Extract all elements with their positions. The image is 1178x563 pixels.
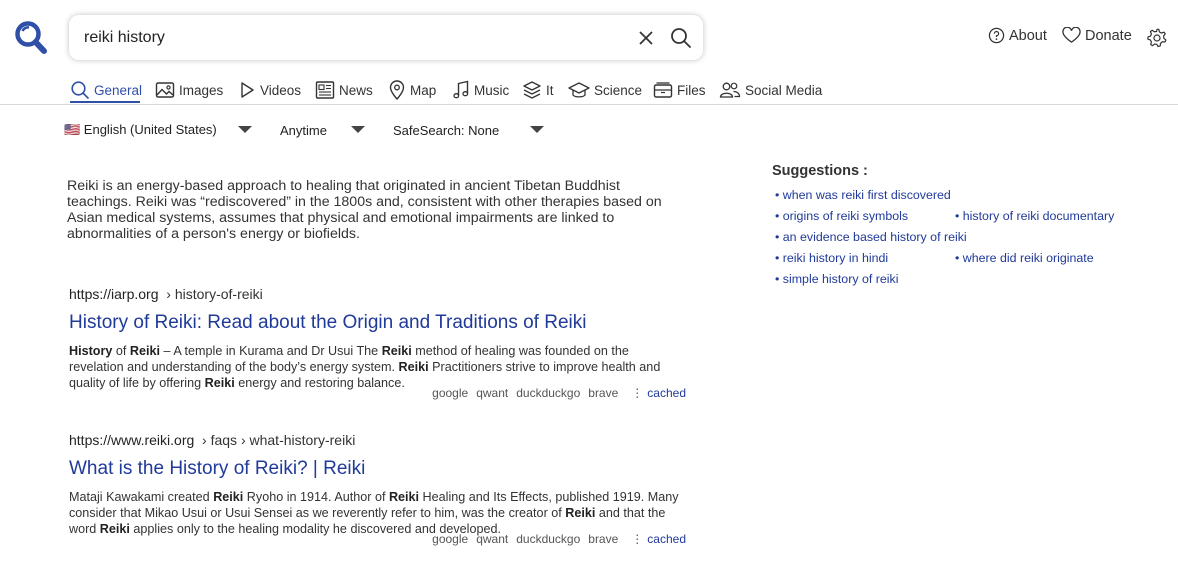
result-domain: https://iarp.org: [69, 286, 159, 302]
engine-qwant[interactable]: qwant: [476, 386, 508, 400]
tab-map[interactable]: Map: [388, 77, 436, 103]
result-url[interactable]: https://iarp.org › history-of-reiki: [69, 286, 689, 304]
people-icon: [719, 82, 741, 98]
engine-duckduckgo[interactable]: duckduckgo: [516, 386, 580, 400]
result-snippet: Mataji Kawakami created Reiki Ryoho in 1…: [69, 490, 679, 536]
result-title-link[interactable]: History of Reiki: Read about the Origin …: [69, 312, 689, 336]
tab-label: News: [339, 82, 373, 98]
safesearch-select[interactable]: SafeSearch: None: [393, 121, 499, 139]
engine-google[interactable]: google: [432, 386, 468, 400]
result-engines: google qwant duckduckgo brave ⋮ cached: [424, 532, 686, 546]
result-snippet: History of Reiki – A temple in Kurama an…: [69, 344, 661, 390]
result-engines: google qwant duckduckgo brave ⋮ cached: [424, 386, 686, 400]
suggestion-link[interactable]: • where did reiki originate: [955, 251, 1094, 265]
cached-link[interactable]: cached: [647, 532, 686, 546]
result-title-link[interactable]: What is the History of Reiki? | Reiki: [69, 458, 689, 482]
suggestion-link[interactable]: • when was reiki first discovered: [775, 188, 951, 202]
search-icon: [71, 81, 89, 99]
settings-button[interactable]: [1146, 27, 1172, 49]
donate-label: Donate: [1085, 27, 1132, 44]
language-value: 🇺🇸 English (United States): [64, 122, 217, 137]
suggestion-link[interactable]: • history of reiki documentary: [955, 209, 1114, 223]
tab-videos[interactable]: Videos: [238, 77, 301, 103]
tab-label: Science: [594, 82, 643, 98]
cached-link[interactable]: cached: [647, 386, 686, 400]
tab-label: Videos: [260, 82, 302, 98]
heart-icon: [1062, 27, 1081, 43]
active-tab-indicator: [70, 101, 140, 103]
map-pin-icon: [389, 80, 405, 100]
about-link[interactable]: About: [988, 27, 1047, 44]
suggestion-link[interactable]: • simple history of reiki: [775, 272, 898, 286]
answer-box: Reiki is an energy-based approach to hea…: [67, 178, 662, 242]
suggestion-link[interactable]: • origins of reiki symbols: [775, 209, 908, 223]
tab-label: Map: [410, 82, 437, 98]
search-bar: [69, 15, 703, 60]
time-range-value: Anytime: [280, 122, 327, 138]
result-path: › history-of-reiki: [166, 286, 263, 302]
search-input[interactable]: [84, 15, 624, 60]
time-range-select[interactable]: Anytime: [280, 121, 327, 139]
result-url[interactable]: https://www.reiki.org › faqs › what-hist…: [69, 432, 689, 450]
clear-search-button[interactable]: [635, 27, 657, 49]
about-label: About: [1009, 27, 1047, 44]
image-icon: [155, 82, 175, 98]
tab-news[interactable]: News: [315, 77, 373, 103]
tab-it[interactable]: It: [522, 77, 554, 103]
tab-label: Files: [677, 82, 706, 98]
language-select[interactable]: 🇺🇸 English (United States): [64, 121, 217, 139]
result-domain: https://www.reiki.org: [69, 432, 195, 448]
help-circle-icon: [988, 27, 1005, 44]
tab-label: Music: [474, 82, 510, 98]
more-vertical-icon: ⋮: [631, 532, 644, 546]
safesearch-value: SafeSearch: None: [393, 122, 500, 138]
graduation-cap-icon: [568, 82, 590, 98]
search-result: https://iarp.org › history-of-reiki Hist…: [69, 286, 689, 400]
top-links: About Donate: [978, 27, 1178, 49]
gear-icon: [1147, 28, 1167, 48]
tab-music[interactable]: Music: [452, 77, 509, 103]
tab-label: General: [94, 82, 143, 98]
logo-icon[interactable]: [14, 20, 48, 56]
engine-google[interactable]: google: [432, 532, 468, 546]
donate-link[interactable]: Donate: [1062, 27, 1132, 44]
engine-qwant[interactable]: qwant: [476, 532, 508, 546]
tab-label: Images: [179, 82, 224, 98]
suggestion-link[interactable]: • an evidence based history of reiki: [775, 230, 967, 244]
music-icon: [453, 80, 469, 99]
tab-label: It: [546, 82, 554, 98]
tab-files[interactable]: Files: [653, 77, 706, 103]
more-vertical-icon: ⋮: [631, 386, 644, 400]
engine-brave[interactable]: brave: [588, 532, 618, 546]
chevron-down-icon[interactable]: [530, 126, 544, 133]
engine-brave[interactable]: brave: [588, 386, 618, 400]
chevron-down-icon[interactable]: [351, 126, 365, 133]
header-divider: [0, 104, 1178, 105]
newspaper-icon: [315, 81, 335, 99]
chevron-down-icon[interactable]: [238, 126, 252, 133]
tab-social-media[interactable]: Social Media: [719, 77, 822, 103]
tab-images[interactable]: Images: [155, 77, 223, 103]
layers-icon: [523, 81, 541, 99]
files-icon: [653, 82, 673, 98]
tab-general[interactable]: General: [70, 77, 142, 103]
search-result: https://www.reiki.org › faqs › what-hist…: [69, 432, 689, 546]
search-button[interactable]: [669, 26, 693, 50]
tab-science[interactable]: Science: [568, 77, 642, 103]
result-path: › faqs › what-history-reiki: [202, 432, 356, 448]
suggestions-title: Suggestions :: [772, 163, 868, 179]
search-icon: [671, 28, 691, 48]
engine-duckduckgo[interactable]: duckduckgo: [516, 532, 580, 546]
close-icon: [639, 31, 653, 45]
suggestion-link[interactable]: • reiki history in hindi: [775, 251, 888, 265]
tab-label: Social Media: [745, 82, 823, 98]
play-icon: [241, 82, 254, 98]
